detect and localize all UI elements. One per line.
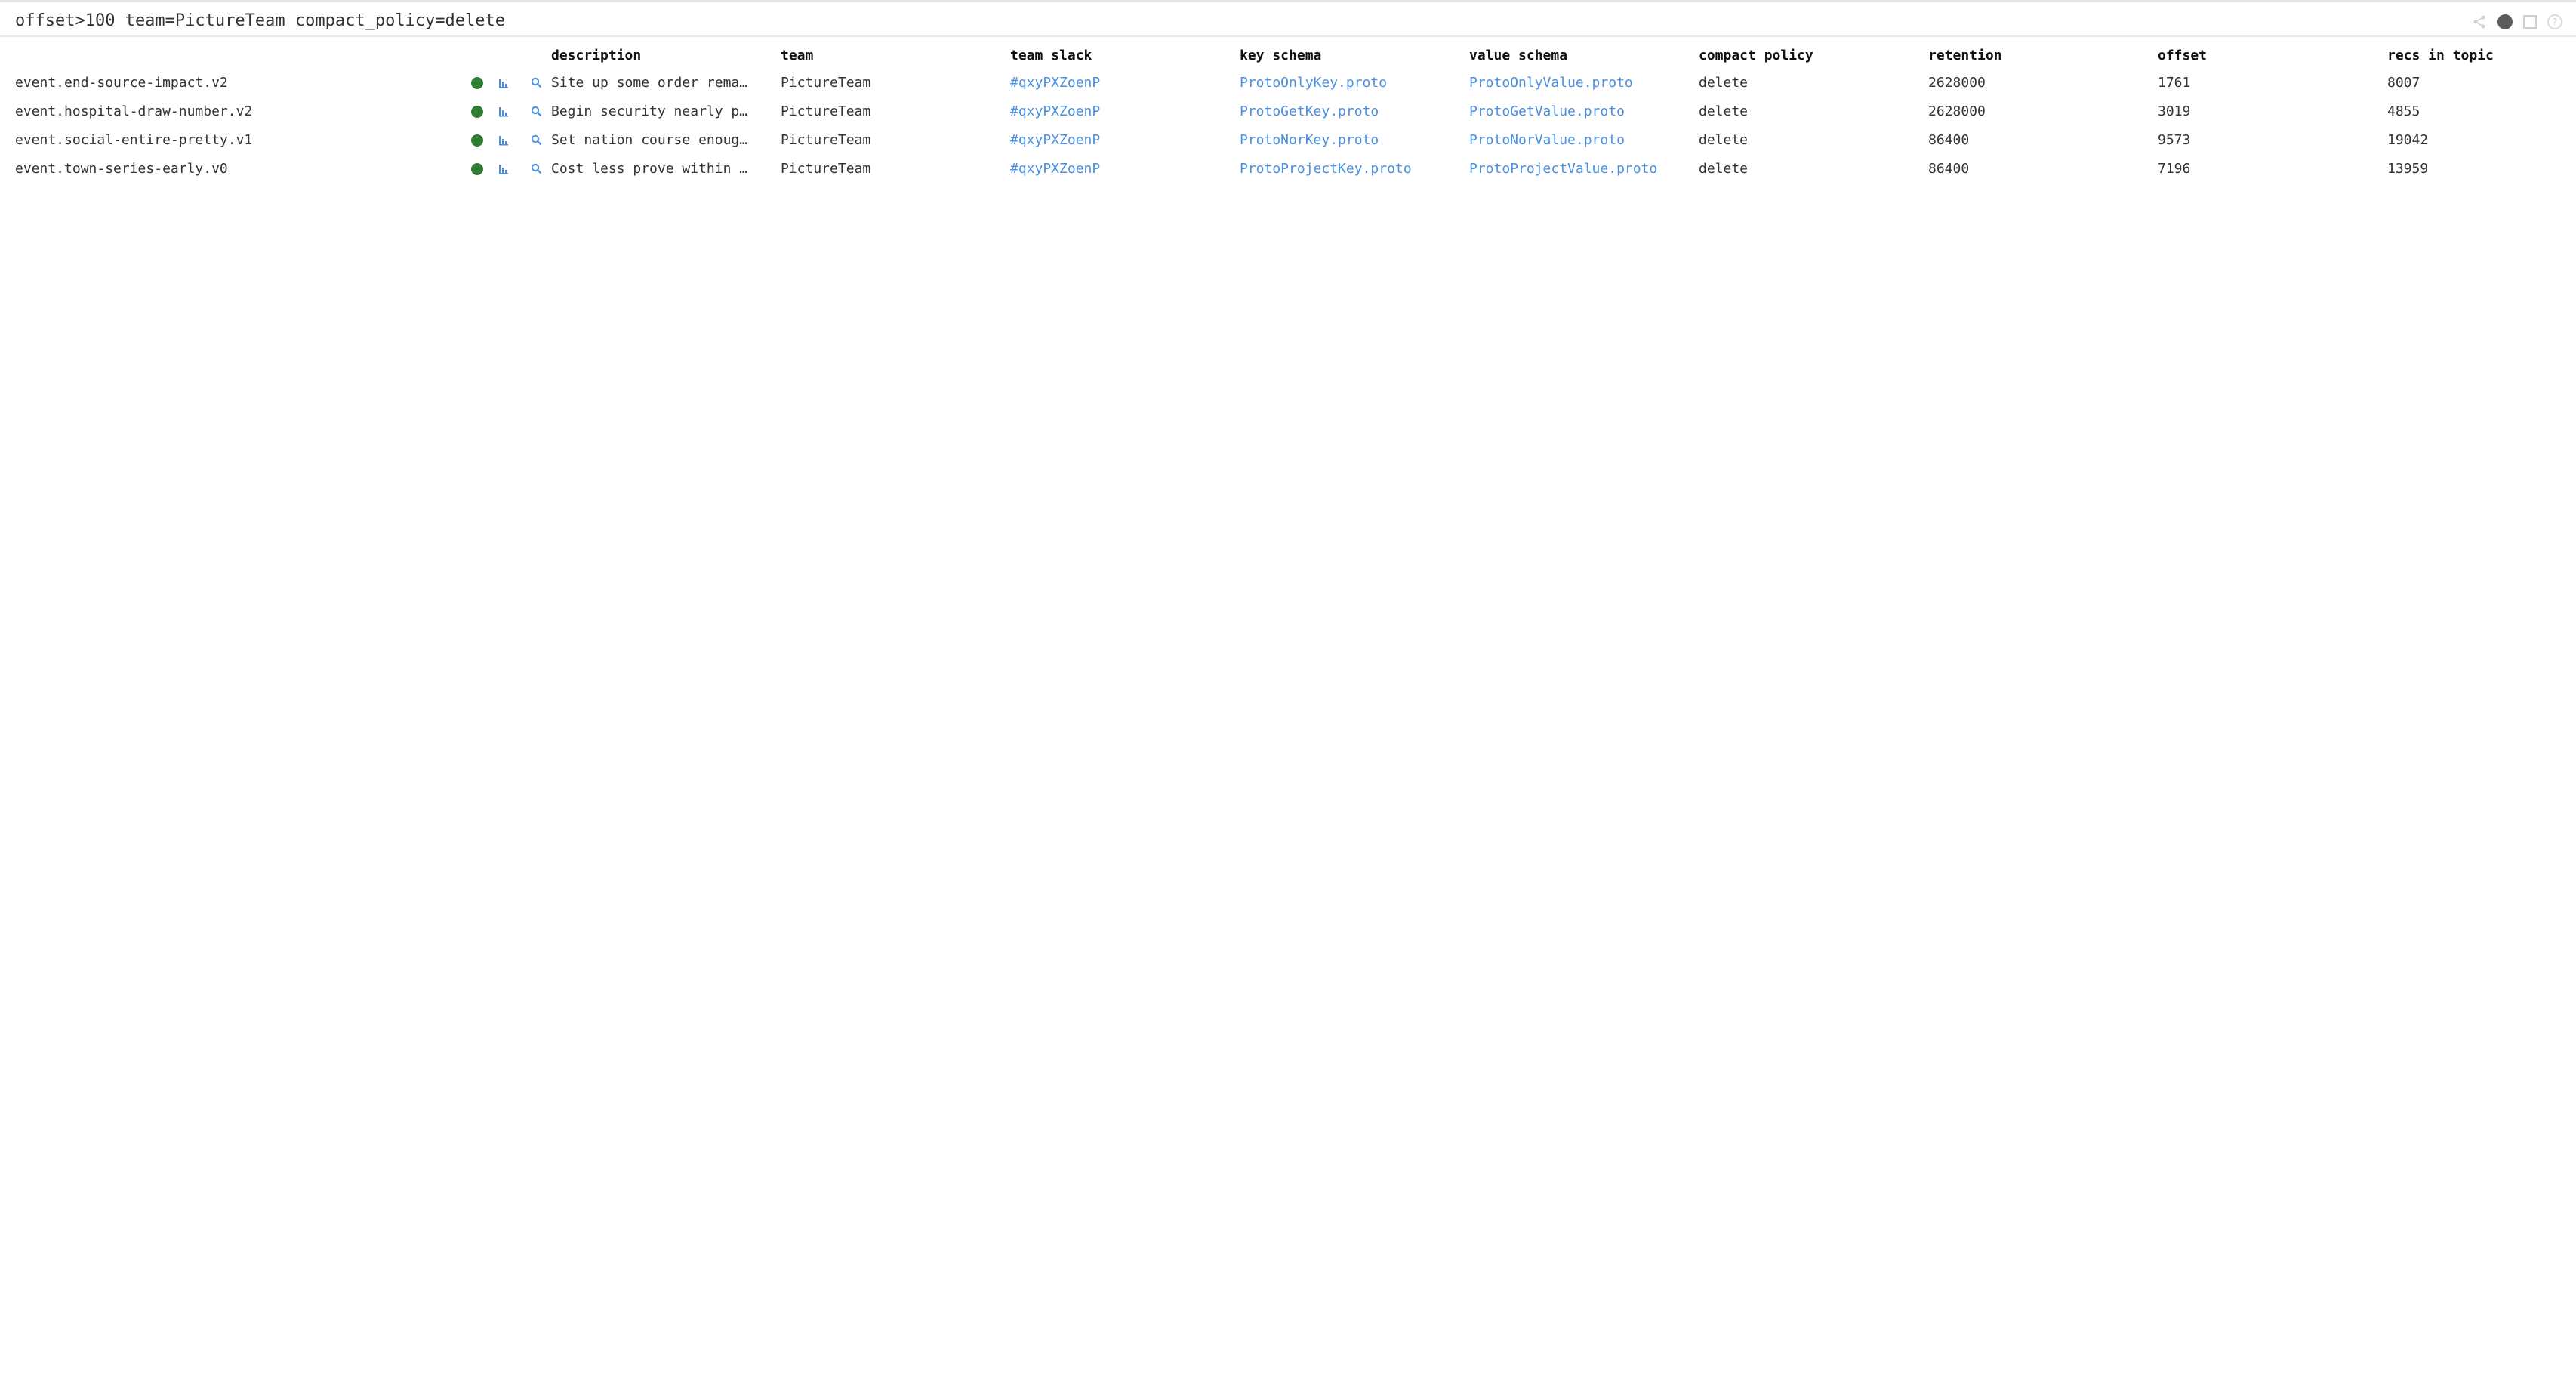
status-ok-icon (471, 105, 483, 118)
table-row[interactable]: event.social-entire-pretty.v1 Set nation… (0, 125, 2576, 154)
description-cell: Begin security nearly p… (551, 103, 748, 119)
query-input[interactable] (15, 8, 2393, 32)
description-cell: Cost less prove within … (551, 160, 748, 177)
offset-cell: 7196 (2158, 160, 2191, 177)
compact-policy-cell: delete (1699, 103, 1749, 119)
header-search (521, 42, 551, 68)
status-ok-icon (471, 162, 483, 175)
topics-table: description team team slack key schema v… (0, 42, 2576, 183)
key-schema-link[interactable]: ProtoGetKey.proto (1240, 103, 1379, 119)
header-description[interactable]: description (551, 42, 781, 68)
share-icon[interactable] (2472, 14, 2487, 29)
header-recs-in-topic[interactable]: recs in topic (2387, 42, 2576, 68)
compact-policy-cell: delete (1699, 131, 1749, 148)
description-cell: Site up some order rema… (551, 74, 748, 91)
retention-cell: 86400 (1928, 160, 1970, 177)
key-schema-link[interactable]: ProtoNorKey.proto (1240, 132, 1379, 148)
status-dot-icon[interactable] (2497, 14, 2513, 29)
status-ok-icon (471, 134, 483, 147)
topic-name[interactable]: event.town-series-early.v0 (0, 154, 468, 183)
description-cell: Set nation course enoug… (551, 131, 748, 148)
value-schema-link[interactable]: ProtoProjectValue.proto (1469, 161, 1657, 177)
header-team[interactable]: team (781, 42, 1010, 68)
retention-cell: 86400 (1928, 131, 1970, 148)
recs-in-topic-cell: 19042 (2387, 131, 2429, 148)
chart-icon[interactable] (498, 103, 509, 119)
topic-name[interactable]: event.hospital-draw-number.v2 (0, 97, 468, 125)
offset-cell: 3019 (2158, 103, 2191, 119)
table-row[interactable]: event.hospital-draw-number.v2 Begin secu… (0, 97, 2576, 125)
value-schema-link[interactable]: ProtoNorValue.proto (1469, 132, 1625, 148)
search-icon[interactable] (531, 103, 542, 119)
search-icon[interactable] (531, 75, 542, 91)
team-cell: PictureTeam (781, 103, 871, 119)
team-slack-link[interactable]: #qxyPXZoenP (1010, 161, 1100, 177)
value-schema-link[interactable]: ProtoGetValue.proto (1469, 103, 1625, 119)
search-icon[interactable] (531, 132, 542, 148)
key-schema-link[interactable]: ProtoProjectKey.proto (1240, 161, 1412, 177)
chart-icon[interactable] (498, 75, 509, 91)
table-row[interactable]: event.town-series-early.v0 Cost less pro… (0, 154, 2576, 183)
team-slack-link[interactable]: #qxyPXZoenP (1010, 103, 1100, 119)
team-cell: PictureTeam (781, 160, 871, 177)
team-cell: PictureTeam (781, 131, 871, 148)
team-cell: PictureTeam (781, 74, 871, 91)
query-bar: ? (0, 2, 2576, 37)
table-header: description team team slack key schema v… (0, 42, 2576, 68)
recs-in-topic-cell: 8007 (2387, 74, 2420, 91)
chart-icon[interactable] (498, 132, 509, 148)
header-offset[interactable]: offset (2158, 42, 2387, 68)
help-icon[interactable]: ? (2547, 14, 2562, 29)
key-schema-link[interactable]: ProtoOnlyKey.proto (1240, 75, 1387, 91)
table-row[interactable]: event.end-source-impact.v2 Site up some … (0, 68, 2576, 97)
header-key-schema[interactable]: key schema (1240, 42, 1469, 68)
header-status (468, 42, 486, 68)
team-slack-link[interactable]: #qxyPXZoenP (1010, 132, 1100, 148)
status-ok-icon (471, 76, 483, 89)
compact-policy-cell: delete (1699, 74, 1749, 91)
toolbar: ? (2472, 13, 2562, 31)
header-chart (486, 42, 521, 68)
topic-name[interactable]: event.end-source-impact.v2 (0, 68, 468, 97)
team-slack-link[interactable]: #qxyPXZoenP (1010, 75, 1100, 91)
header-value-schema[interactable]: value schema (1469, 42, 1699, 68)
header-name (0, 42, 468, 68)
recs-in-topic-cell: 13959 (2387, 160, 2429, 177)
header-team-slack[interactable]: team slack (1010, 42, 1240, 68)
header-retention[interactable]: retention (1928, 42, 2158, 68)
value-schema-link[interactable]: ProtoOnlyValue.proto (1469, 75, 1633, 91)
square-icon[interactable] (2523, 15, 2537, 29)
header-compact-policy[interactable]: compact policy (1699, 42, 1928, 68)
topic-name[interactable]: event.social-entire-pretty.v1 (0, 125, 468, 154)
recs-in-topic-cell: 4855 (2387, 103, 2420, 119)
retention-cell: 2628000 (1928, 74, 1986, 91)
search-icon[interactable] (531, 161, 542, 177)
retention-cell: 2628000 (1928, 103, 1986, 119)
compact-policy-cell: delete (1699, 160, 1749, 177)
chart-icon[interactable] (498, 161, 509, 177)
offset-cell: 1761 (2158, 74, 2191, 91)
offset-cell: 9573 (2158, 131, 2191, 148)
